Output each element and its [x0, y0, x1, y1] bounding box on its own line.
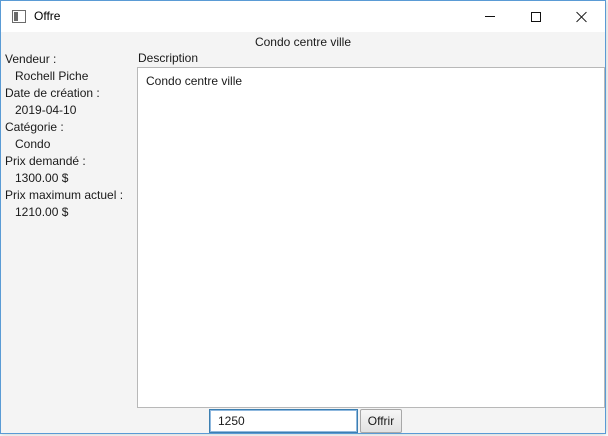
- app-window-icon: [12, 10, 26, 23]
- window-title: Offre: [34, 9, 61, 23]
- close-icon: [576, 11, 588, 23]
- maximize-button[interactable]: [513, 1, 559, 32]
- maximize-icon: [531, 11, 541, 22]
- listing-details: Vendeur : Rochell Piche Date de création…: [5, 51, 133, 221]
- title-bar[interactable]: Offre: [1, 1, 605, 32]
- close-button[interactable]: [559, 1, 605, 32]
- max-current-price-label: Prix maximum actuel :: [5, 188, 124, 202]
- listing-title: Condo centre ville: [254, 35, 352, 49]
- max-current-price-value: 1210.00 $: [15, 205, 69, 219]
- seller-label: Vendeur :: [5, 52, 57, 66]
- seller-value: Rochell Piche: [15, 69, 89, 83]
- asking-price-value: 1300.00 $: [15, 171, 69, 185]
- minimize-button[interactable]: [467, 1, 513, 32]
- category-value: Condo: [15, 137, 51, 151]
- description-textarea[interactable]: Condo centre ville: [137, 67, 605, 408]
- creation-date-value: 2019-04-10: [15, 103, 77, 117]
- offer-dialog: Offre Condo centre ville Vendeur : Roche…: [0, 0, 606, 434]
- category-label: Catégorie :: [5, 120, 64, 134]
- offer-amount-input[interactable]: [209, 409, 358, 433]
- description-label: Description: [138, 51, 199, 65]
- minimize-icon: [485, 16, 495, 17]
- asking-price-label: Prix demandé :: [5, 154, 86, 168]
- creation-date-label: Date de création :: [5, 86, 100, 100]
- offer-button[interactable]: Offrir: [360, 409, 402, 433]
